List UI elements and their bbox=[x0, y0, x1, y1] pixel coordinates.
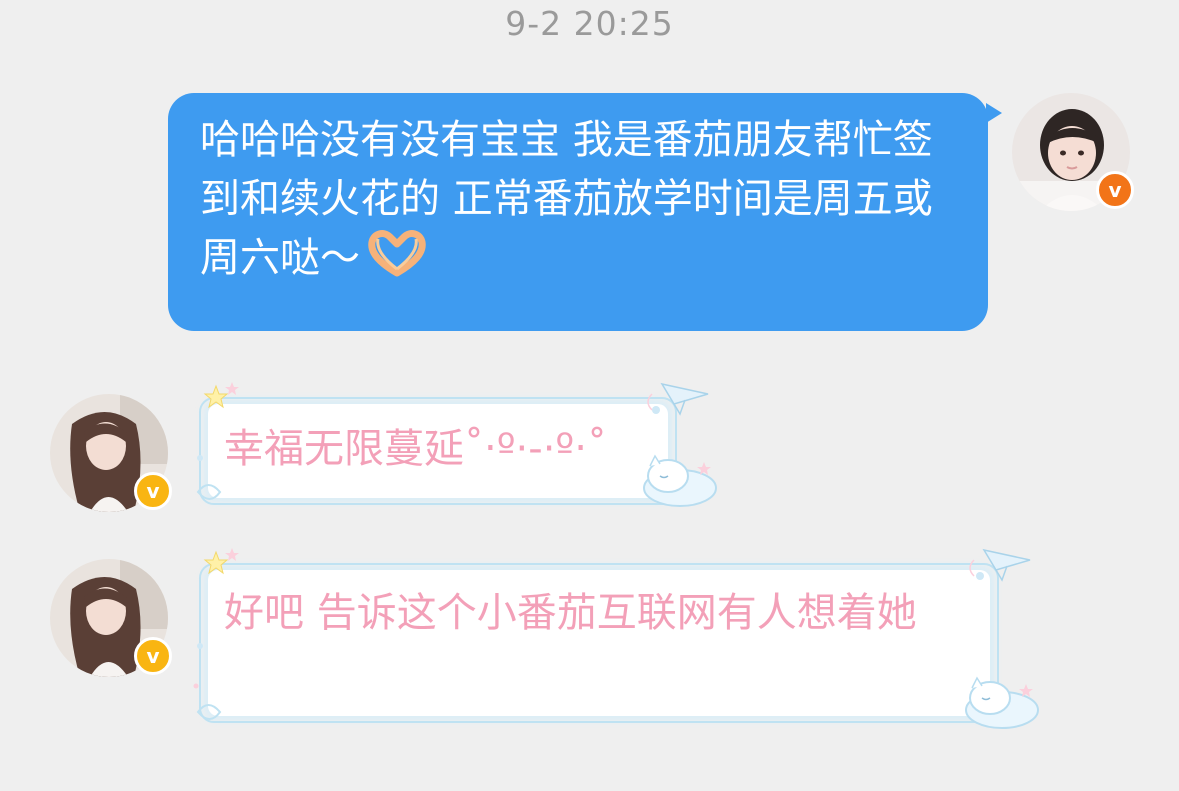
verified-badge-icon: v bbox=[1096, 171, 1134, 209]
contact-avatar[interactable]: v bbox=[50, 559, 172, 677]
verified-badge-icon: v bbox=[134, 472, 172, 510]
outgoing-message-bubble[interactable]: 哈哈哈没有没有宝宝 我是番茄朋友帮忙签到和续火花的 正常番茄放学时间是周五或周六… bbox=[168, 93, 1002, 331]
self-avatar[interactable]: v bbox=[1012, 93, 1134, 211]
incoming-message-text: 好吧 告诉这个小番茄互联网有人想着她 bbox=[224, 590, 917, 636]
outgoing-message-text: 哈哈哈没有没有宝宝 我是番茄朋友帮忙签到和续火花的 正常番茄放学时间是周五或周六… bbox=[200, 117, 933, 281]
incoming-message-bubble[interactable]: 好吧 告诉这个小番茄互联网有人想着她 bbox=[180, 546, 1045, 736]
heart-hands-icon bbox=[366, 229, 428, 294]
incoming-message-text: 幸福无限蔓延˚‧º·-·º‧˚ bbox=[224, 426, 607, 472]
message-timestamp: 9-2 20:25 bbox=[505, 4, 674, 43]
verified-badge-icon: v bbox=[134, 637, 172, 675]
contact-avatar[interactable]: v bbox=[50, 394, 172, 512]
incoming-message-bubble[interactable]: 幸福无限蔓延˚‧º·-·º‧˚ bbox=[180, 380, 720, 510]
